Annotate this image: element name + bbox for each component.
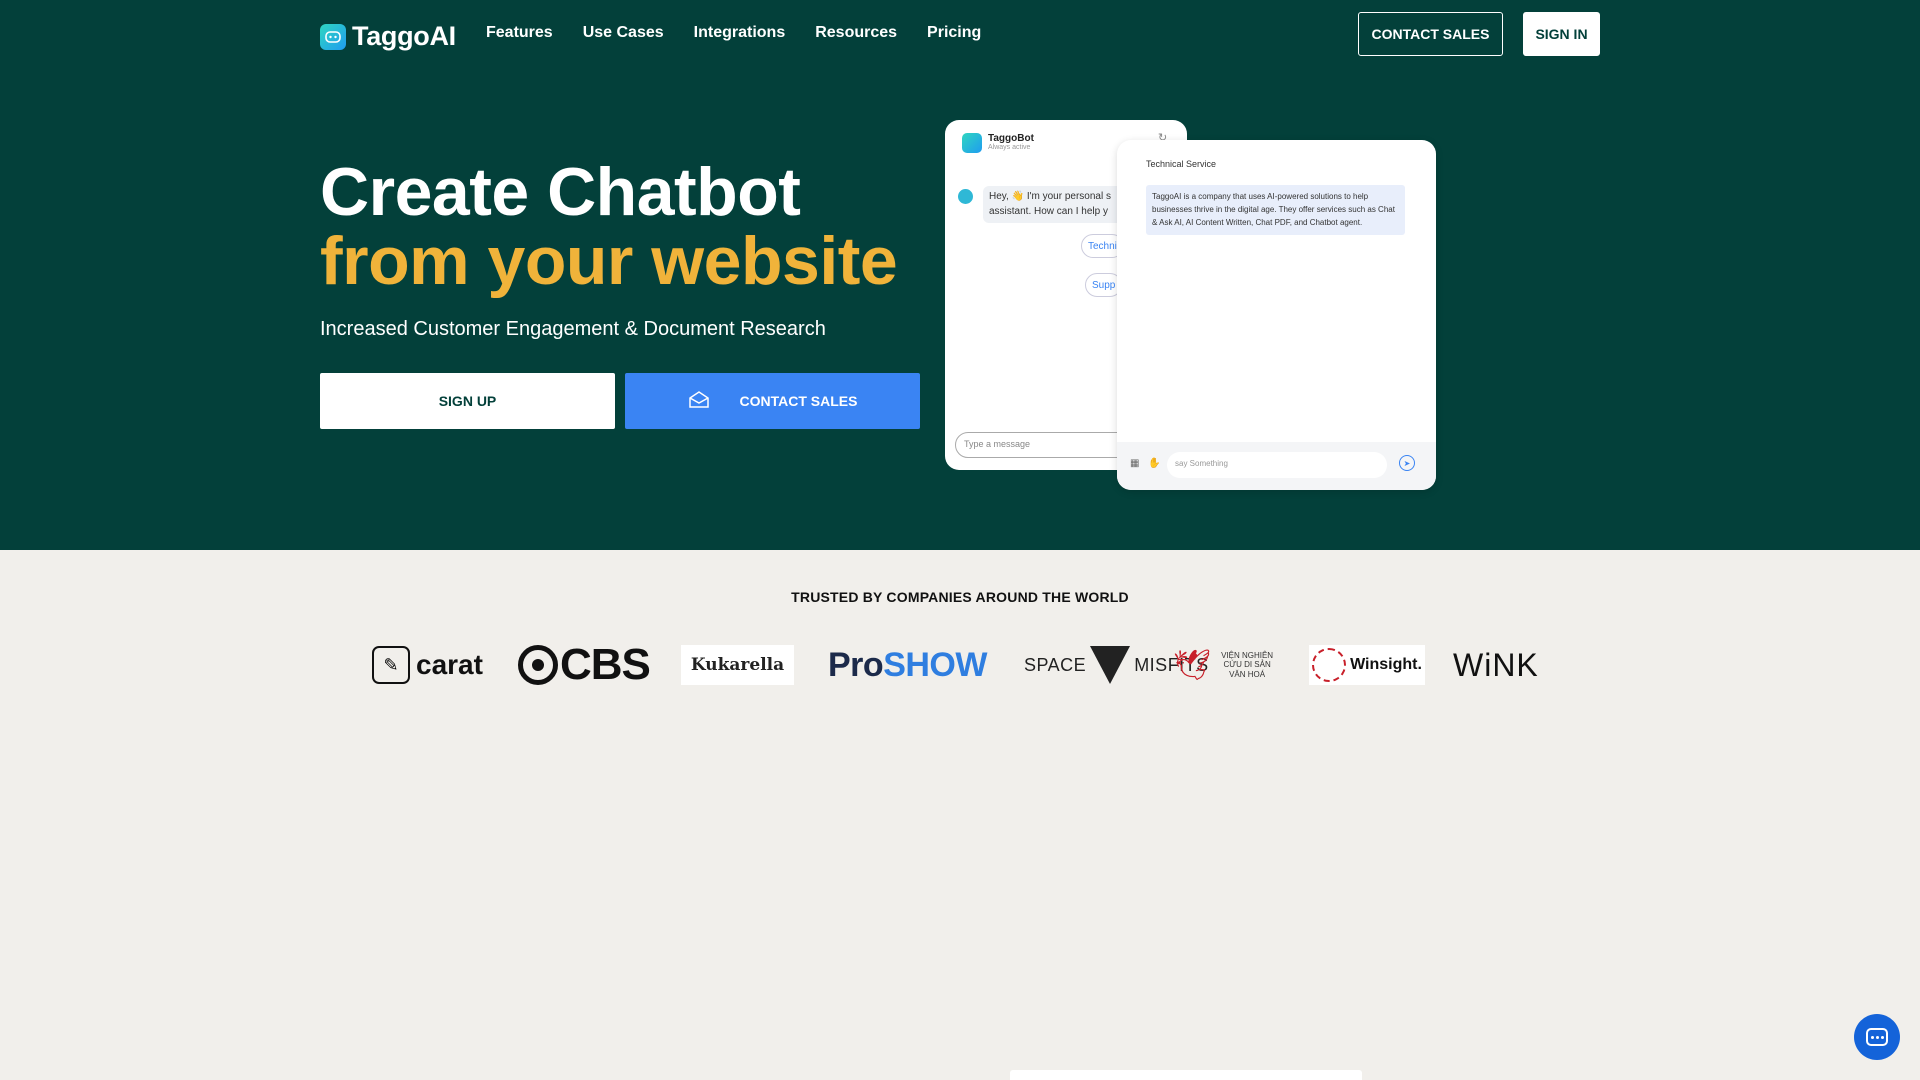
logo-winsight: Winsight. [1309,645,1425,685]
logo-proshow: Pro SHOW [828,645,987,684]
cbs-eye-icon [518,645,558,685]
logo-kukarella: Kukarella [681,645,794,685]
brand-name: TaggoAI [352,21,456,51]
hero-subtitle: Increased Customer Engagement & Document… [320,318,826,340]
menu-use-cases[interactable]: Use Cases [583,24,664,42]
logo-vien-nghien-cuu: 🕊 VIỆN NGHIÊN CỨU DI SẢN VĂN HOÁ [1173,648,1274,682]
say-something-input[interactable]: say Something [1167,452,1387,478]
hero-title-line2: from your website [320,223,898,299]
hand-icon[interactable]: ✋ [1148,458,1160,469]
hero-title-line1: Create Chatbot [320,154,801,230]
hero-section: TaggoAI Features Use Cases Integrations … [0,0,1920,550]
bot-mini-avatar-icon [958,189,973,204]
nav-contact-sales-button[interactable]: CONTACT SALES [1358,12,1503,56]
company-logos: ✎ carat CBS Kukarella Pro SHOW SPACE MISF… [0,640,1920,690]
carat-mark-icon: ✎ [372,646,410,684]
hero-contact-sales-button[interactable]: CONTACT SALES [625,373,920,429]
sunburst-icon [1312,648,1347,682]
trusted-heading: TRUSTED BY COMPANIES AROUND THE WORLD [791,589,1129,605]
logo-carat: ✎ carat [372,640,483,690]
contact-sales-label: CONTACT SALES [739,393,858,409]
chat-footer: ▦ ✋ say Something ➤ [1117,442,1436,490]
content-card-edge [1010,1070,1362,1080]
envelope-icon [688,390,710,412]
brand-logo[interactable]: TaggoAI [320,21,456,52]
sign-up-label: SIGN UP [438,393,497,409]
send-icon[interactable]: ➤ [1399,455,1415,471]
main-menu: Features Use Cases Integrations Resource… [486,24,981,42]
robot-chat-icon [320,23,346,50]
sign-up-button[interactable]: SIGN UP [320,373,615,429]
grid-icon[interactable]: ▦ [1130,458,1139,469]
menu-resources[interactable]: Resources [815,24,897,42]
bot-answer-bubble: TaggoAI is a company that uses AI-powere… [1146,185,1405,236]
bot-header: TaggoBot Always active [962,133,1034,153]
chat-widget-button[interactable] [1854,1014,1900,1060]
space-misfits-mark-icon [1090,646,1131,684]
chat-preview-right: Technical Service TaggoAI is a company t… [1117,140,1436,490]
bot-status: Always active [988,144,1031,151]
nav-sign-in-button[interactable]: SIGN IN [1523,12,1600,56]
bot-avatar-icon [962,133,982,153]
menu-pricing[interactable]: Pricing [927,24,981,42]
logo-wink: WiNK [1453,646,1539,683]
menu-features[interactable]: Features [486,24,553,42]
chat-bubble-icon [1866,1028,1888,1046]
logo-cbs: CBS [518,640,651,690]
menu-integrations[interactable]: Integrations [694,24,786,42]
phoenix-icon: 🕊 [1173,648,1212,682]
bot-name: TaggoBot [988,133,1034,144]
top-nav: TaggoAI Features Use Cases Integrations … [0,0,1920,68]
conversation-title: Technical Service [1146,159,1217,169]
